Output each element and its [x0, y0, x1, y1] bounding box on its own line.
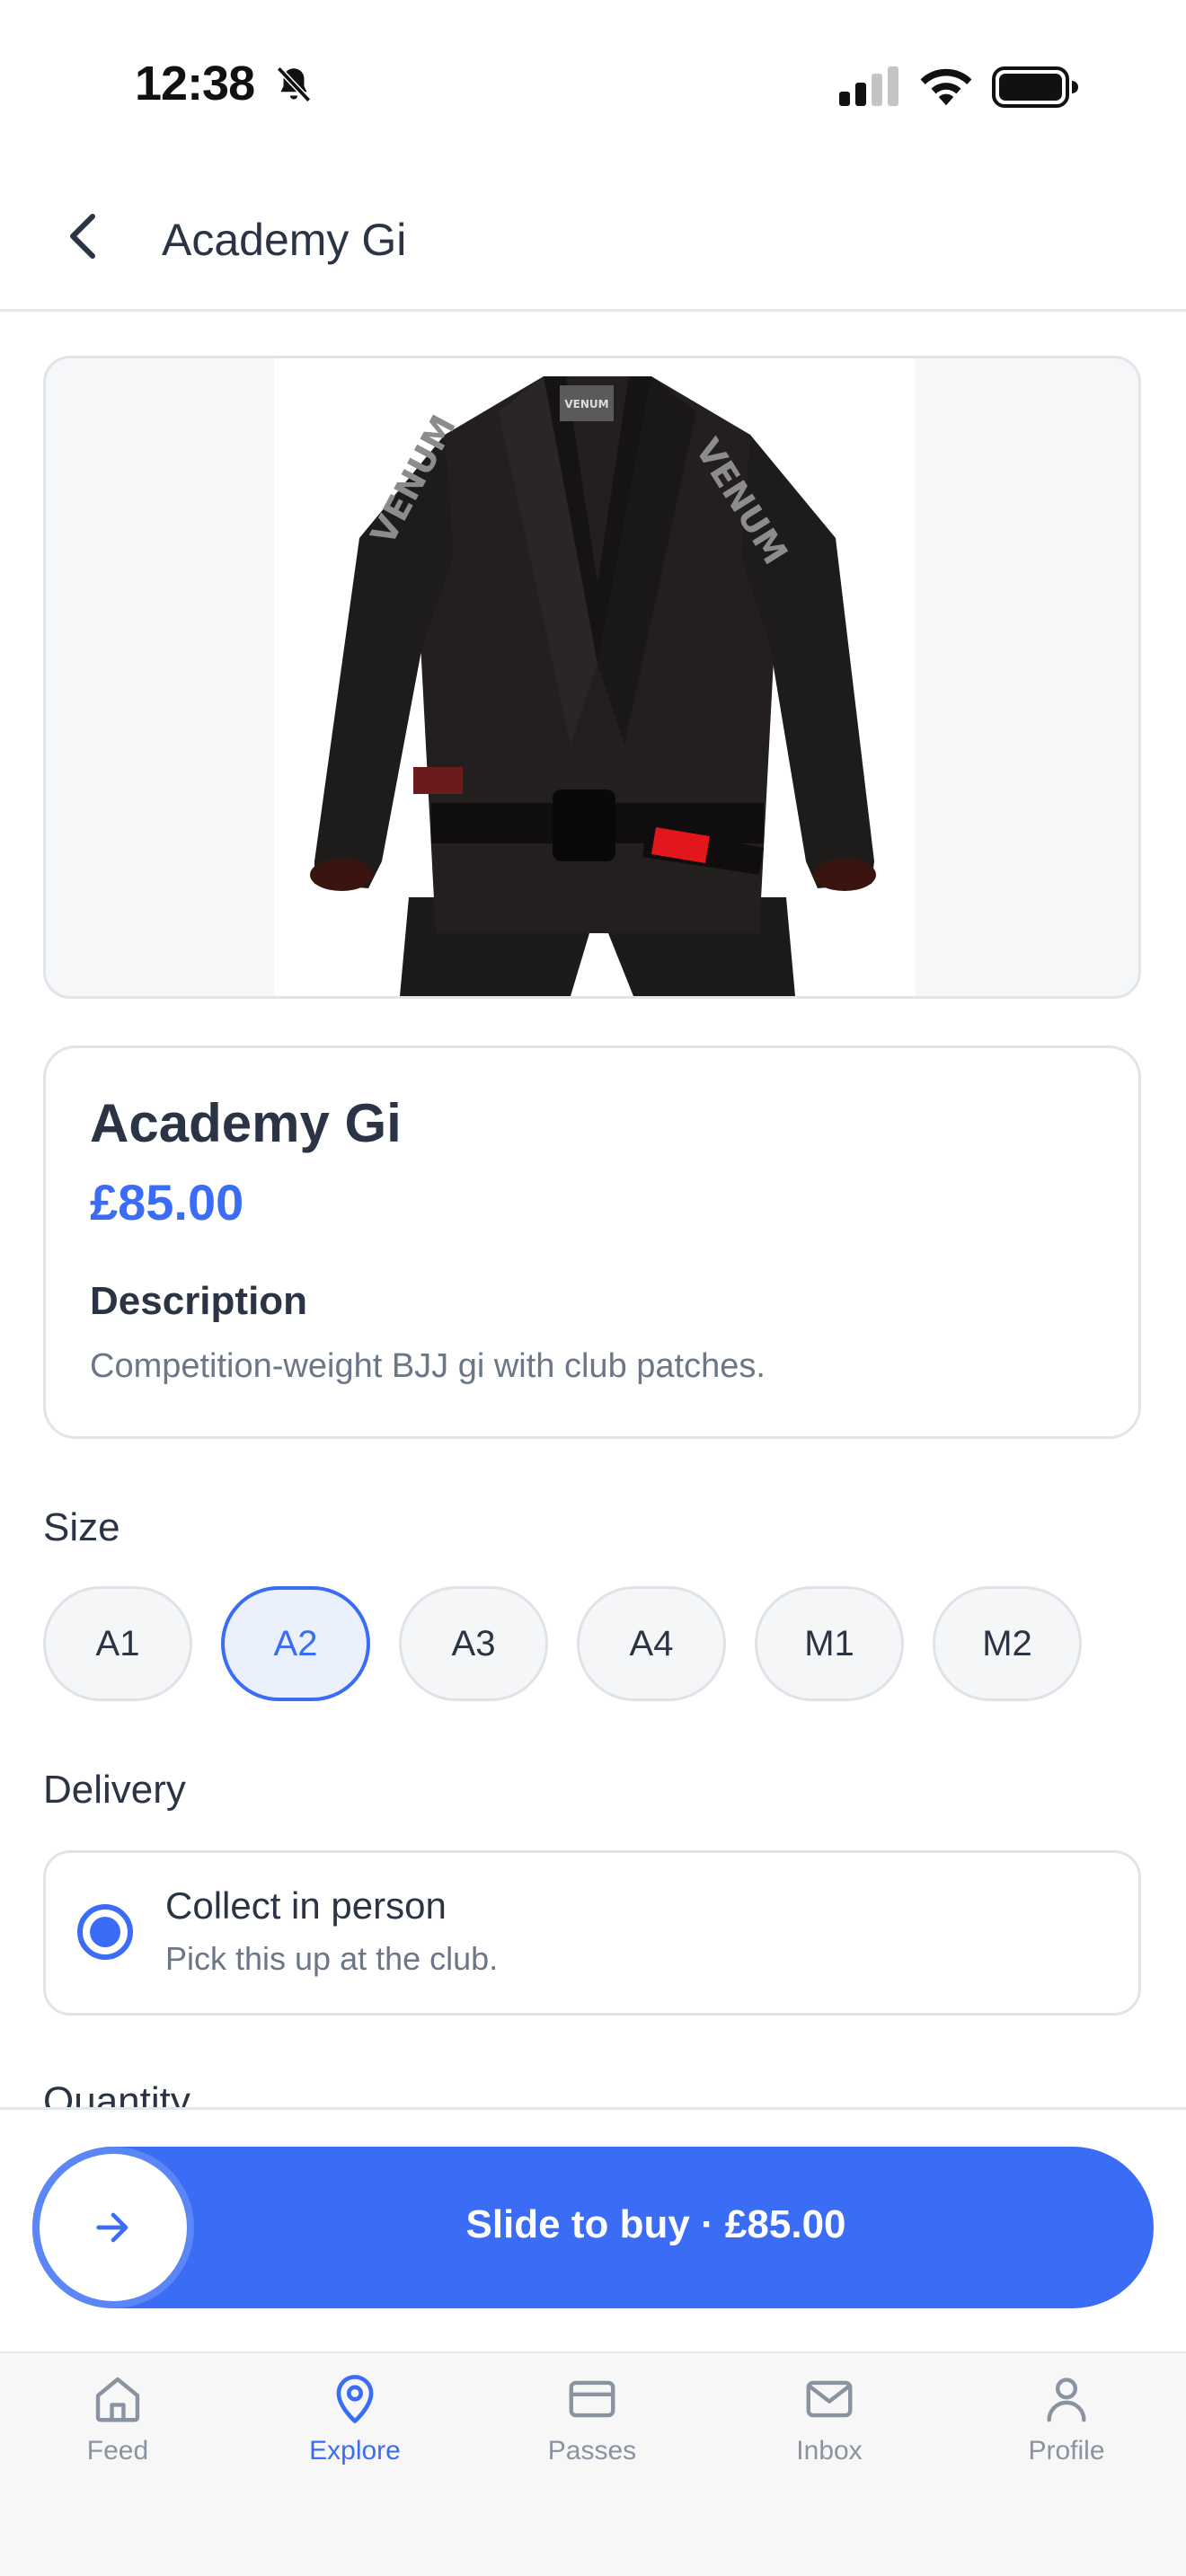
location-pin-icon [336, 2375, 374, 2423]
radio-selected-dot [90, 1917, 120, 1947]
delivery-option-title: Collect in person [165, 1884, 447, 1927]
slide-to-buy-handle[interactable] [40, 2154, 187, 2301]
page-title: Academy Gi [162, 215, 407, 265]
delivery-option-subtitle: Pick this up at the club. [165, 1940, 499, 1977]
battery-icon [992, 66, 1078, 108]
tab-label: Inbox [796, 2436, 863, 2466]
tab-label: Explore [309, 2436, 401, 2466]
tab-feed[interactable]: Feed [28, 2371, 208, 2466]
slide-to-buy-label: Slide to buy · £85.00 [465, 2202, 846, 2246]
product-price: £85.00 [90, 1174, 244, 1231]
size-option-m2[interactable]: M2 [933, 1586, 1082, 1701]
quantity-label: Quantity [43, 2079, 190, 2109]
size-option-a1[interactable]: A1 [43, 1586, 192, 1701]
person-icon [1047, 2378, 1086, 2422]
tab-inbox[interactable]: Inbox [739, 2371, 919, 2466]
gi-illustration: VENUM VENUM VENUM [310, 376, 876, 996]
product-image: VENUM VENUM VENUM [274, 358, 916, 996]
size-label: Size [43, 1505, 120, 1549]
tab-label: Passes [547, 2436, 637, 2466]
header-divider [0, 309, 1186, 312]
home-icon [95, 2377, 140, 2422]
chevron-left-icon [70, 214, 95, 259]
tab-label: Feed [86, 2436, 149, 2466]
description-heading: Description [90, 1279, 308, 1323]
mail-icon [806, 2380, 853, 2418]
tab-label: Profile [1028, 2436, 1105, 2466]
tab-passes[interactable]: Passes [502, 2371, 682, 2466]
size-option-a4[interactable]: A4 [577, 1586, 726, 1701]
arrow-right-icon [96, 2212, 128, 2243]
svg-text:VENUM: VENUM [564, 398, 608, 410]
tab-explore[interactable]: Explore [265, 2371, 445, 2466]
size-option-a2[interactable]: A2 [221, 1586, 370, 1701]
status-time: 12:38 [135, 57, 255, 110]
cellular-signal-icon [839, 66, 898, 106]
delivery-option-collect[interactable] [43, 1850, 1141, 2016]
wifi-icon [920, 68, 972, 106]
delivery-radio[interactable] [77, 1904, 133, 1960]
quantity-section: Quantity [43, 2075, 582, 2109]
card-icon [569, 2380, 615, 2418]
description-text: Competition-weight BJJ gi with club patc… [90, 1347, 766, 1385]
size-option-m1[interactable]: M1 [755, 1586, 904, 1701]
back-button[interactable] [52, 205, 115, 268]
delivery-label: Delivery [43, 1768, 186, 1812]
product-name: Academy Gi [90, 1093, 402, 1153]
product-image-card[interactable]: VENUM VENUM VENUM [43, 356, 1141, 999]
bell-muted-icon [276, 66, 312, 102]
tab-profile[interactable]: Profile [977, 2371, 1156, 2466]
size-option-a3[interactable]: A3 [399, 1586, 548, 1701]
